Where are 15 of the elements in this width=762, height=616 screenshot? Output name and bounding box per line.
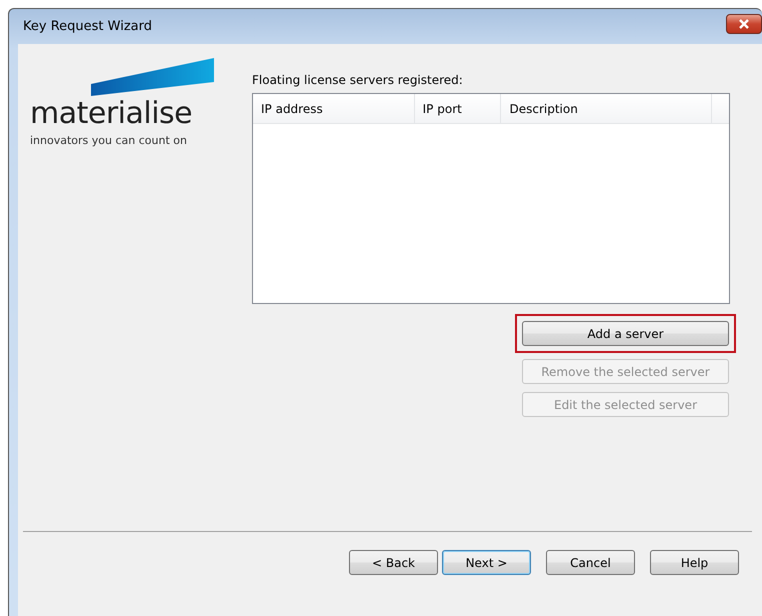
servers-label: Floating license servers registered: xyxy=(252,73,464,87)
wizard-button[interactable]: Next > xyxy=(442,550,531,575)
server-button[interactable]: Add a server xyxy=(522,321,729,346)
window-title: Key Request Wizard xyxy=(23,19,152,34)
wizard-button[interactable]: Cancel xyxy=(546,550,635,575)
close-button[interactable] xyxy=(726,14,762,34)
logo-tagline: innovators you can count on xyxy=(30,134,188,147)
close-icon xyxy=(738,18,750,28)
wizard-button[interactable]: Help xyxy=(650,550,739,575)
logo-swoosh-icon xyxy=(91,58,214,96)
column-header[interactable]: Description xyxy=(501,94,712,123)
wizard-button[interactable]: < Back xyxy=(349,550,438,575)
column-header[interactable]: IP port xyxy=(414,94,502,123)
column-header[interactable]: IP address xyxy=(253,94,415,123)
logo-wordmark: materialise xyxy=(30,98,194,130)
